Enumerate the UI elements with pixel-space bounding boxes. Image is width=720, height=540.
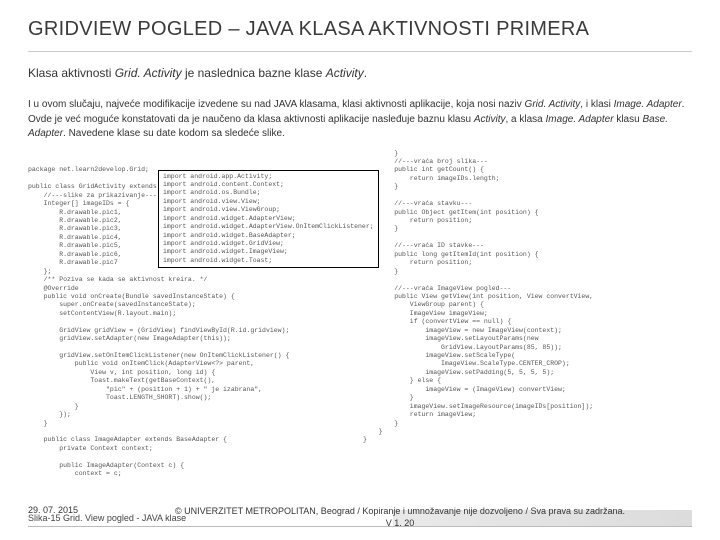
para-it3: Activity (474, 114, 506, 125)
imports-box: import android.app.Activity; import andr… (158, 170, 379, 269)
subtitle-italic-1: Grid. Activity (115, 66, 182, 80)
subtitle-text: Klasa aktivnosti (28, 66, 115, 80)
para-end: . Navedene klase su date kodom sa sledeć… (63, 128, 285, 139)
body-paragraph: I u ovom slučaju, najveće modifikacije i… (28, 98, 692, 142)
subtitle-mid: je naslednica bazne klase (182, 66, 326, 80)
para-it2: Image. Adapter (614, 99, 682, 110)
page-title: GRIDVIEW POGLED – JAVA KLASA AKTIVNOSTI … (28, 18, 692, 41)
footer-copyright: © UNIVERZITET METROPOLITAN, Beograd / Ko… (108, 505, 692, 530)
para-it4: Image. Adapter (546, 114, 614, 125)
footer-line1: © UNIVERZITET METROPOLITAN, Beograd / Ko… (175, 506, 625, 516)
code-screenshot: package net.learn2develop.Grid; public c… (28, 150, 692, 504)
footer: 29. 07. 2015 © UNIVERZITET METROPOLITAN,… (28, 505, 692, 530)
code-right-column: } //---vraća broj slika--- public int ge… (363, 150, 692, 504)
para-mid1: , i klasi (580, 99, 613, 110)
para-mid4: klasu (614, 114, 643, 125)
footer-date: 29. 07. 2015 (28, 505, 108, 515)
subtitle-end: . (364, 66, 367, 80)
subtitle: Klasa aktivnosti Grid. Activity je nasle… (28, 66, 692, 80)
para-it1: Grid. Activity (525, 99, 581, 110)
code-left-column: package net.learn2develop.Grid; public c… (28, 150, 357, 504)
divider (28, 51, 692, 52)
para-mid3: , a klasa (506, 114, 546, 125)
subtitle-italic-2: Activity (326, 66, 364, 80)
para-pre: I u ovom slučaju, najveće modifikacije i… (28, 99, 525, 110)
footer-line2: V 1. 20 (386, 518, 415, 528)
